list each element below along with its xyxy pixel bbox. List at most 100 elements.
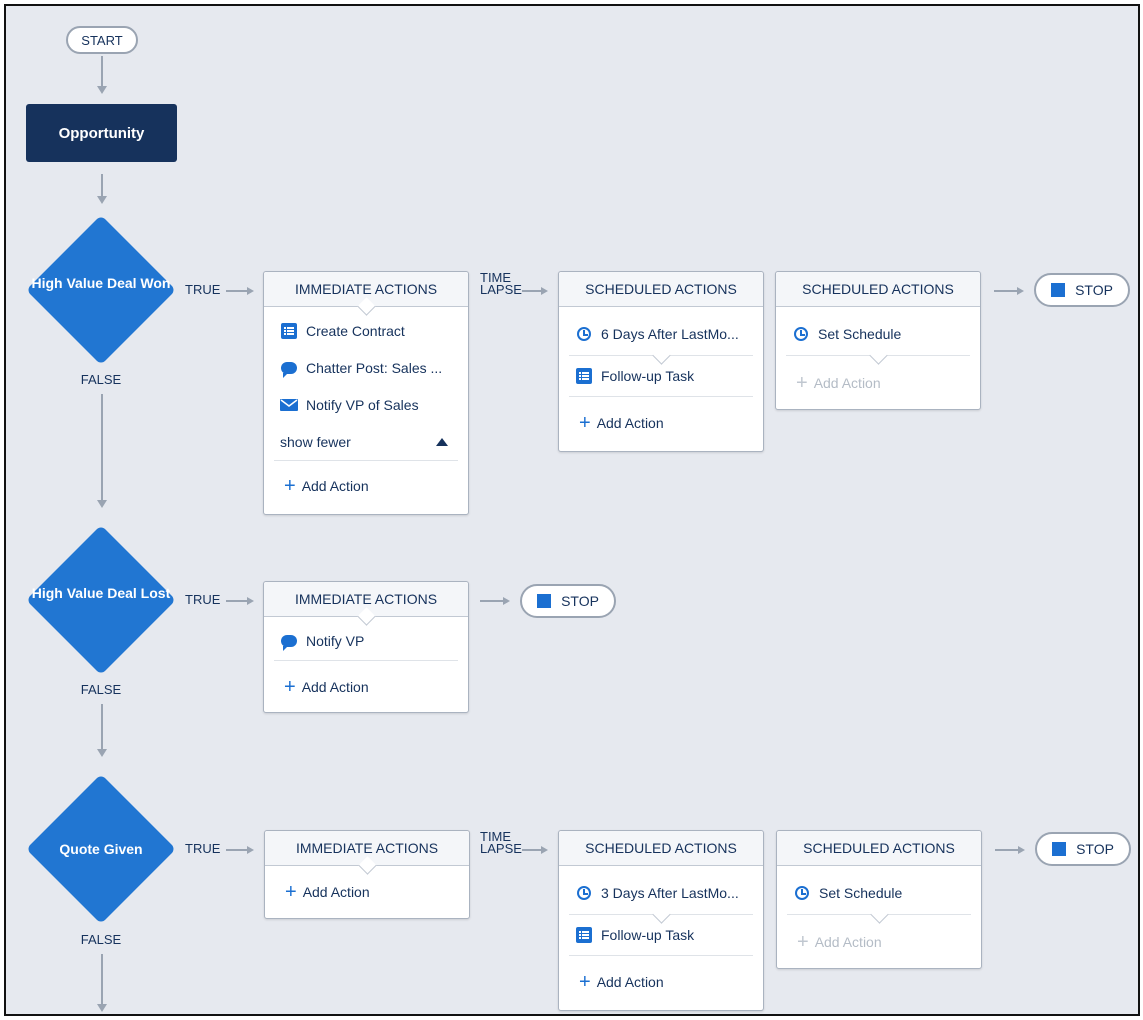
- start-node: START: [66, 26, 138, 54]
- add-action-label: Add Action: [596, 974, 664, 990]
- card-title: SCHEDULED ACTIONS: [585, 840, 737, 856]
- card-title: IMMEDIATE ACTIONS: [294, 591, 438, 607]
- action-label: Notify VP of Sales: [306, 396, 419, 413]
- show-fewer-label: show fewer: [280, 433, 351, 450]
- card-title: SCHEDULED ACTIONS: [802, 281, 954, 297]
- true-label: TRUE: [185, 592, 221, 607]
- action-label: Follow-up Task: [601, 927, 695, 943]
- action-item[interactable]: Follow-up Task: [559, 915, 763, 955]
- schedule-label: Set Schedule: [818, 325, 902, 342]
- clock-icon: [575, 885, 593, 901]
- arrow-head: [97, 196, 107, 204]
- add-action-label: Add Action: [813, 375, 881, 391]
- plus-icon: +: [579, 971, 591, 993]
- criteria-label-2: High Value Deal Lost: [31, 585, 171, 601]
- connector: [101, 704, 103, 749]
- card-header: IMMEDIATE ACTIONS: [264, 582, 468, 626]
- arrow-head: [97, 500, 107, 508]
- connector: [522, 290, 542, 292]
- schedule-label: 6 Days After LastMo...: [601, 325, 739, 342]
- schedule-item[interactable]: Set Schedule: [777, 871, 981, 924]
- add-action-button[interactable]: + Add Action: [559, 397, 763, 449]
- schedule-label: 3 Days After LastMo...: [601, 884, 739, 901]
- card-header: SCHEDULED ACTIONS: [776, 272, 980, 307]
- object-node[interactable]: Opportunity: [26, 104, 177, 162]
- connector: [226, 849, 248, 851]
- add-action-label: Add Action: [302, 884, 370, 900]
- time-lapse-label: TIME LAPSE: [480, 829, 522, 856]
- triangle-up-icon: [436, 437, 448, 446]
- schedule-item[interactable]: 3 Days After LastMo...: [559, 871, 763, 924]
- stop-label: STOP: [1075, 282, 1113, 298]
- immediate-actions-card: IMMEDIATE ACTIONS + Add Action: [264, 830, 470, 919]
- stop-node: STOP: [520, 584, 616, 618]
- add-action-button[interactable]: + Add Action: [559, 956, 763, 1008]
- add-action-button[interactable]: + Add Action: [264, 661, 468, 713]
- card-header: SCHEDULED ACTIONS: [559, 831, 763, 866]
- criteria-label-3: Quote Given: [59, 841, 143, 857]
- list-icon: [575, 368, 593, 384]
- action-item[interactable]: Notify VP of Sales: [264, 386, 468, 423]
- process-builder-canvas: START Opportunity High Value Deal Won TR…: [4, 4, 1140, 1016]
- connector: [480, 600, 504, 602]
- plus-icon: +: [579, 412, 591, 434]
- list-icon: [280, 322, 298, 339]
- criteria-label-1: High Value Deal Won: [31, 275, 171, 291]
- list-icon: [575, 927, 593, 943]
- arrow-head: [247, 597, 254, 605]
- action-label: Chatter Post: Sales ...: [306, 359, 443, 376]
- chat-icon: [280, 633, 298, 651]
- schedule-label: Set Schedule: [819, 884, 903, 901]
- clock-icon: [792, 326, 810, 342]
- arrow-head: [97, 86, 107, 94]
- plus-icon: +: [284, 475, 296, 497]
- false-label: FALSE: [80, 372, 122, 387]
- stop-label: STOP: [1076, 841, 1114, 857]
- arrow-head: [541, 287, 548, 295]
- add-action-label: Add Action: [301, 679, 369, 695]
- action-item[interactable]: Chatter Post: Sales ...: [264, 349, 468, 386]
- card-header: SCHEDULED ACTIONS: [777, 831, 981, 866]
- arrow-head: [97, 1004, 107, 1012]
- schedule-item[interactable]: 6 Days After LastMo...: [559, 312, 763, 365]
- card-header: IMMEDIATE ACTIONS: [265, 831, 469, 875]
- arrow-head: [541, 846, 548, 854]
- action-label: Follow-up Task: [601, 368, 695, 384]
- true-label: TRUE: [185, 282, 221, 297]
- plus-icon: +: [796, 372, 808, 394]
- action-label: Create Contract: [306, 322, 405, 339]
- add-action-label: Add Action: [814, 934, 882, 950]
- connector: [101, 954, 103, 1004]
- arrow-head: [1017, 287, 1024, 295]
- card-title: IMMEDIATE ACTIONS: [294, 281, 438, 297]
- stop-icon: [1051, 283, 1066, 297]
- object-label: Opportunity: [58, 124, 145, 142]
- schedule-item[interactable]: Set Schedule: [776, 312, 980, 365]
- action-item[interactable]: Create Contract: [264, 312, 468, 349]
- arrow-head: [1018, 846, 1025, 854]
- action-label: Notify VP: [306, 633, 365, 649]
- true-label: TRUE: [185, 841, 221, 856]
- stop-label: STOP: [561, 593, 599, 609]
- arrow-head: [247, 287, 254, 295]
- card-title: SCHEDULED ACTIONS: [585, 281, 737, 297]
- immediate-actions-card: IMMEDIATE ACTIONS Create Contract Chatte…: [263, 271, 469, 515]
- action-item[interactable]: Notify VP: [264, 622, 468, 660]
- stop-icon: [1052, 842, 1067, 856]
- plus-icon: +: [285, 881, 297, 903]
- immediate-actions-card: IMMEDIATE ACTIONS Notify VP + Add Action: [263, 581, 469, 713]
- plus-icon: +: [797, 931, 809, 953]
- action-item[interactable]: Follow-up Task: [559, 356, 763, 396]
- clock-icon: [793, 885, 811, 901]
- scheduled-actions-card: SCHEDULED ACTIONS 3 Days After LastMo...…: [558, 830, 764, 1011]
- false-label: FALSE: [80, 932, 122, 947]
- card-header: SCHEDULED ACTIONS: [559, 272, 763, 307]
- show-fewer-toggle[interactable]: show fewer: [264, 423, 468, 460]
- arrow-head: [247, 846, 254, 854]
- connector: [994, 290, 1018, 292]
- add-action-label: Add Action: [596, 415, 664, 431]
- add-action-button[interactable]: + Add Action: [264, 461, 468, 511]
- scheduled-actions-card: SCHEDULED ACTIONS Set Schedule + Add Acti…: [776, 830, 982, 969]
- connector: [995, 849, 1019, 851]
- arrow-head: [503, 597, 510, 605]
